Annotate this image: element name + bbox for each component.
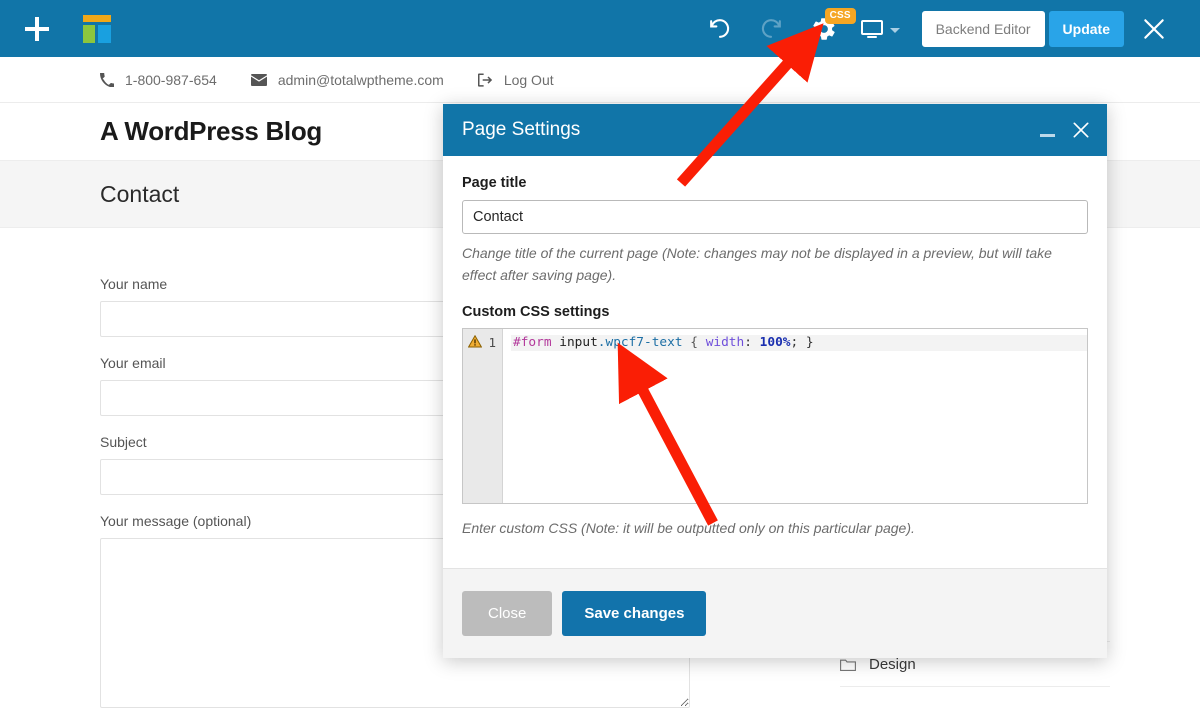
line-number: 1 <box>488 335 496 350</box>
code-line-1: #form input.wpcf7-text { width: 100%; } <box>511 335 1087 351</box>
admin-bar: CSS Backend Editor Update <box>0 0 1200 57</box>
css-semicolon: ; <box>790 335 798 350</box>
css-brace-open: { <box>690 335 698 350</box>
css-property: width <box>706 335 745 350</box>
css-value: 100% <box>760 335 791 350</box>
monitor-icon[interactable] <box>850 4 910 54</box>
logout-info[interactable]: Log Out <box>478 72 554 88</box>
phone-info: 1-800-987-654 <box>100 72 217 88</box>
screen: 1-800-987-654 admin@totalwptheme.com Log… <box>0 0 1200 715</box>
css-colon: : <box>744 335 752 350</box>
phone-icon <box>100 73 114 87</box>
editor-code-area[interactable]: #form input.wpcf7-text { width: 100%; } <box>503 329 1087 503</box>
gear-icon[interactable]: CSS <box>798 4 850 54</box>
page-title: Contact <box>100 181 179 208</box>
folder-icon <box>840 658 856 671</box>
logo-square-green <box>83 25 95 43</box>
css-selector-class: .wpcf7-text <box>598 335 683 350</box>
plus-icon[interactable] <box>14 6 60 52</box>
backend-editor-button[interactable]: Backend Editor <box>922 11 1045 47</box>
custom-css-hint: Enter custom CSS (Note: it will be outpu… <box>462 520 1088 536</box>
admin-bar-left <box>0 6 120 52</box>
modal-close-icon[interactable] <box>1071 120 1091 140</box>
modal-header: Page Settings <box>443 104 1107 156</box>
editor-gutter: 1 <box>463 329 503 503</box>
css-selector-tag: input <box>559 335 598 350</box>
minimize-icon[interactable] <box>1037 124 1057 137</box>
update-button[interactable]: Update <box>1049 11 1124 47</box>
logo-bar-orange <box>83 15 111 22</box>
logout-label: Log Out <box>504 72 554 88</box>
admin-bar-right: CSS Backend Editor Update <box>694 4 1200 54</box>
css-code-editor[interactable]: 1 #form input.wpcf7-text { width: 100%; … <box>462 328 1088 504</box>
page-title-label: Page title <box>462 175 1088 191</box>
category-label: Design <box>869 656 916 673</box>
close-icon[interactable] <box>1124 4 1184 54</box>
modal-title: Page Settings <box>462 119 580 141</box>
visual-composer-logo[interactable] <box>74 6 120 52</box>
envelope-icon <box>251 74 267 86</box>
page-title-hint: Change title of the current page (Note: … <box>462 243 1084 286</box>
modal-footer: Close Save changes <box>443 568 1107 658</box>
chevron-down-icon <box>890 28 900 33</box>
undo-icon[interactable] <box>694 4 746 54</box>
phone-number: 1-800-987-654 <box>125 72 217 88</box>
site-title: A WordPress Blog <box>100 116 322 147</box>
email-address[interactable]: admin@totalwptheme.com <box>278 72 444 88</box>
page-settings-modal: Page Settings Page title Change title of… <box>443 104 1107 658</box>
email-info: admin@totalwptheme.com <box>251 72 444 88</box>
css-selector-id: #form <box>513 335 552 350</box>
css-brace-close: } <box>806 335 814 350</box>
close-button[interactable]: Close <box>462 591 552 636</box>
modal-header-buttons <box>1037 120 1091 140</box>
save-changes-button[interactable]: Save changes <box>562 591 706 636</box>
site-info-bar: 1-800-987-654 admin@totalwptheme.com Log… <box>0 57 1200 103</box>
custom-css-label: Custom CSS settings <box>462 304 1088 320</box>
page-title-input[interactable] <box>462 200 1088 234</box>
logo-square-blue <box>98 25 111 43</box>
redo-icon[interactable] <box>746 4 798 54</box>
warning-triangle-icon <box>468 335 482 351</box>
modal-body: Page title Change title of the current p… <box>443 156 1107 568</box>
logout-icon <box>478 73 493 87</box>
